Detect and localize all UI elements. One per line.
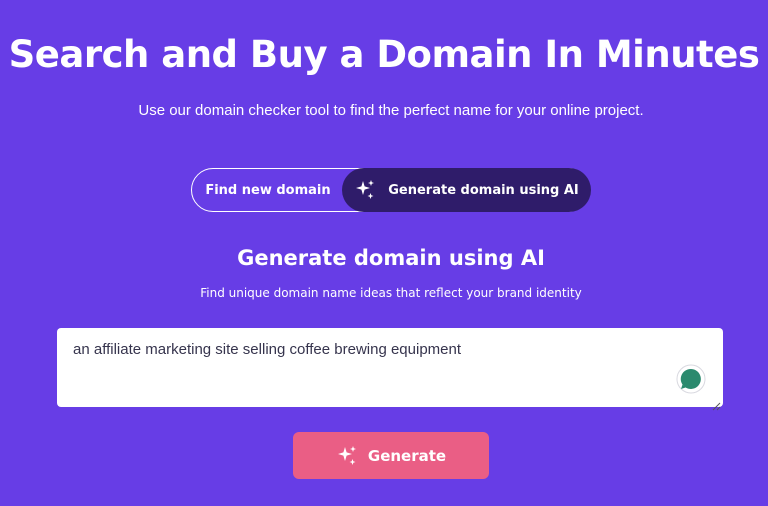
find-new-domain-label: Find new domain [205, 182, 331, 198]
generate-domain-ai-tab[interactable]: Generate domain using AI [342, 168, 591, 212]
ai-section-subtitle: Find unique domain name ideas that refle… [200, 286, 582, 300]
page-subtitle: Use our domain checker tool to find the … [138, 102, 644, 119]
generate-button[interactable]: Generate [293, 432, 489, 479]
prompt-text: an affiliate marketing site selling coff… [73, 341, 462, 358]
sparkles-icon [354, 179, 376, 201]
sparkles-icon [336, 445, 358, 467]
mode-toggle: Find new domain Generate domain using AI [191, 168, 591, 212]
generate-domain-ai-label: Generate domain using AI [388, 182, 579, 198]
find-new-domain-tab[interactable]: Find new domain [192, 169, 344, 211]
domain-search-page: Search and Buy a Domain In Minutes Use o… [0, 0, 768, 506]
ai-section-title: Generate domain using AI [237, 246, 545, 270]
generate-button-label: Generate [367, 446, 447, 465]
domain-prompt-textarea[interactable]: an affiliate marketing site selling coff… [57, 328, 723, 411]
writing-assistant-icon[interactable] [676, 364, 706, 394]
resize-handle-icon[interactable] [712, 396, 721, 411]
page-title: Search and Buy a Domain In Minutes [8, 33, 760, 76]
